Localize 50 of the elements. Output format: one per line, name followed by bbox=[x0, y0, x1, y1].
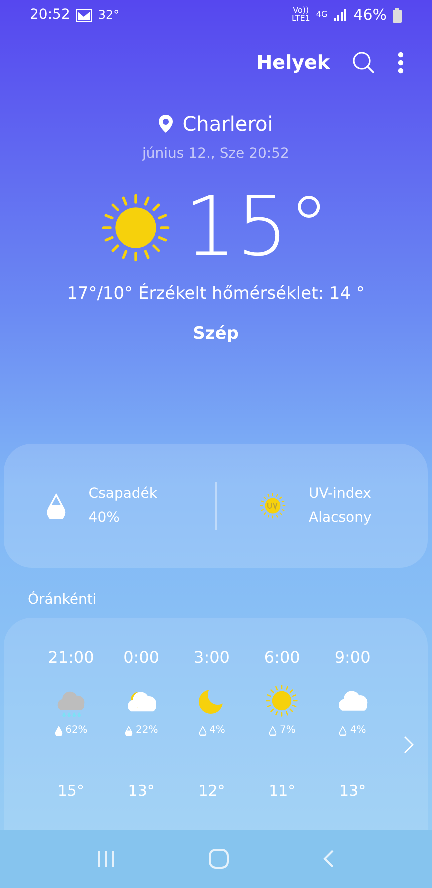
temperature-details: 17°/10° Érzékelt hőmérséklet: 14 ° bbox=[66, 284, 366, 304]
summary-value: 40% bbox=[88, 510, 121, 526]
raindrop-icon bbox=[268, 726, 277, 736]
chevron-right-icon[interactable] bbox=[404, 736, 414, 754]
precipitation-chance: 22% bbox=[136, 725, 158, 736]
summary-label: Csapadék bbox=[88, 486, 158, 502]
raindrop-icon bbox=[198, 726, 207, 736]
network-text: 4G bbox=[316, 11, 328, 19]
summary-label: UV-index bbox=[309, 486, 372, 502]
hour-time: 6:00 bbox=[264, 648, 300, 667]
current-temperature: 15° bbox=[184, 179, 330, 277]
recent-apps-icon[interactable] bbox=[97, 851, 115, 867]
battery-percent: 46% bbox=[354, 6, 387, 24]
precipitation-chance: 62% bbox=[66, 725, 88, 736]
search-icon[interactable] bbox=[352, 51, 376, 75]
mail-icon bbox=[76, 8, 92, 22]
clock-time: 20:52 bbox=[30, 7, 70, 23]
sun-icon bbox=[266, 685, 298, 717]
places-link[interactable]: Helyek bbox=[256, 52, 330, 74]
raindrop-icon bbox=[124, 726, 133, 736]
carrier-text: Vo)) LTE1 bbox=[292, 7, 310, 23]
hour-temperature: 13° bbox=[128, 782, 155, 800]
hour-time: 9:00 bbox=[334, 648, 371, 667]
signal-icon bbox=[334, 9, 348, 21]
back-icon[interactable] bbox=[323, 850, 335, 868]
city-name: Charleroi bbox=[182, 112, 274, 136]
date-time: június 12., Sze 20:52 bbox=[141, 146, 290, 162]
uv-sun-icon bbox=[259, 492, 287, 520]
hour-time: 3:00 bbox=[194, 648, 230, 667]
section-title: Óránkénti bbox=[28, 592, 98, 608]
raindrop-icon bbox=[46, 493, 67, 519]
battery-icon bbox=[393, 8, 402, 22]
hour-temperature: 11° bbox=[269, 782, 296, 800]
precipitation-chance: 7% bbox=[280, 725, 296, 736]
hour-time: 21:00 bbox=[48, 648, 94, 667]
summary-value: Alacsony bbox=[309, 510, 372, 526]
hour-temperature: 13° bbox=[340, 782, 366, 800]
hour-time: 0:00 bbox=[124, 648, 160, 667]
menu-icon[interactable] bbox=[398, 52, 404, 74]
temperature-text: 32° bbox=[98, 8, 120, 22]
precipitation-chance: 4% bbox=[350, 725, 366, 736]
precipitation-chance: 4% bbox=[210, 725, 226, 736]
raindrop-icon bbox=[54, 726, 63, 736]
condition-text: Szép bbox=[192, 324, 240, 344]
hour-temperature: 15° bbox=[58, 782, 84, 800]
hour-temperature: 12° bbox=[198, 782, 226, 800]
home-icon[interactable] bbox=[209, 849, 229, 869]
raindrop-icon bbox=[339, 726, 348, 736]
location-pin-icon bbox=[158, 115, 173, 133]
sun-icon bbox=[102, 194, 170, 262]
